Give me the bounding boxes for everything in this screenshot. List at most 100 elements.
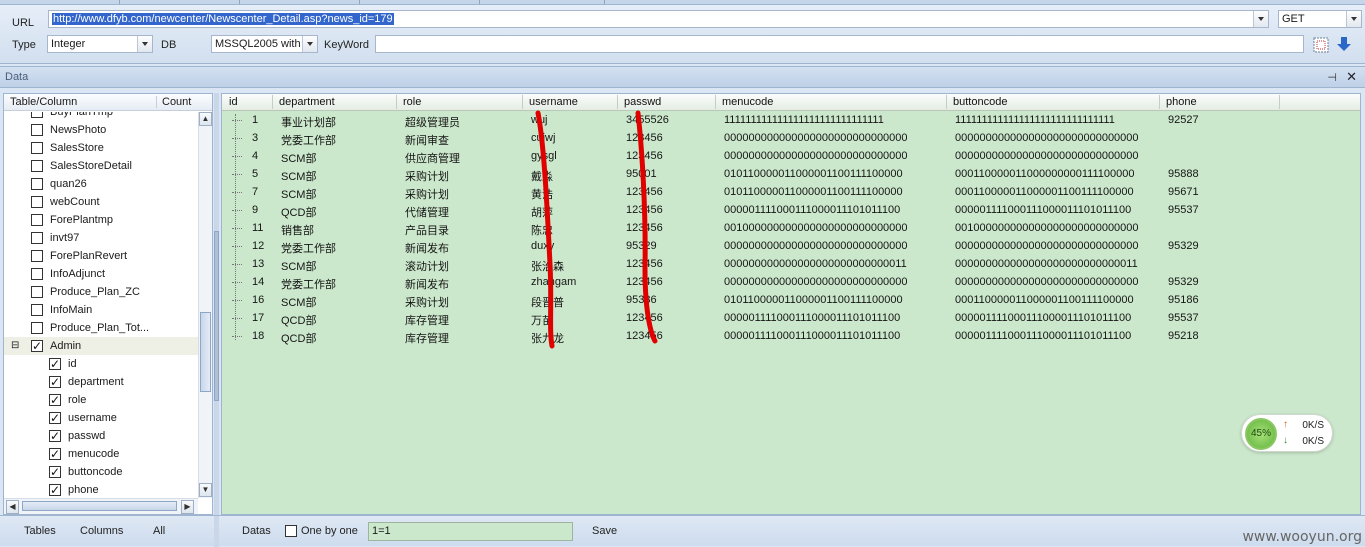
table-cell-menucode[interactable]: 001000000000000000000000000000 [724, 222, 908, 234]
scroll-right-arrow-icon[interactable]: ▶ [181, 500, 194, 514]
table-cell-username[interactable]: 胡萍 [531, 204, 553, 220]
table-cell-phone[interactable]: 95888 [1168, 168, 1199, 180]
table-cell-passwd[interactable]: 123456 [626, 150, 663, 162]
tab-tables[interactable]: Tables [24, 525, 56, 537]
tree-checkbox[interactable] [31, 124, 43, 136]
tree-node-column[interactable]: menucode [4, 445, 199, 463]
column-divider[interactable] [617, 95, 618, 109]
tree-header-table-column[interactable]: Table/Column [10, 96, 77, 108]
table-row[interactable]: 14 党委工作部 新闻发布 zhangam 123456 0000000000000000… [222, 274, 1360, 292]
table-row[interactable]: 1 事业计划部 超级管理员 wuj 3455526 1111111111111111111… [222, 112, 1360, 130]
table-cell-department[interactable]: 党委工作部 [281, 240, 336, 256]
table-cell-passwd[interactable]: 95386 [626, 294, 657, 306]
splitter-grip[interactable] [214, 231, 219, 401]
table-cell-role[interactable]: 超级管理员 [405, 114, 460, 130]
table-row[interactable]: 12 党委工作部 新闻发布 duxy 95329 00000000000000000000… [222, 238, 1360, 256]
table-row[interactable]: 5 SCM部 采购计划 戴淼 95001 010110000011000001100111… [222, 166, 1360, 184]
table-row[interactable]: 7 SCM部 采购计划 黄浩 123456 01011000001100000110011… [222, 184, 1360, 202]
table-cell-menucode[interactable]: 000000000000000000000000000000 [724, 132, 908, 144]
table-cell-id[interactable]: 7 [252, 186, 258, 198]
table-cell-buttoncode[interactable]: 111111111111111111111111111111 [955, 114, 1115, 126]
scroll-down-arrow-icon[interactable]: ▼ [199, 483, 212, 497]
table-cell-username[interactable]: 张九龙 [531, 330, 564, 346]
table-cell-id[interactable]: 5 [252, 168, 258, 180]
tree-horizontal-scrollbar[interactable]: ◀ ▶ [4, 498, 198, 514]
table-cell-department[interactable]: SCM部 [281, 294, 316, 310]
grid-header-cell[interactable]: phone [1166, 96, 1197, 108]
table-cell-phone[interactable]: 92527 [1168, 114, 1199, 126]
table-cell-username[interactable]: 段晋普 [531, 294, 564, 310]
table-cell-role[interactable]: 新闻发布 [405, 240, 449, 256]
type-select[interactable]: Integer [47, 35, 153, 53]
table-cell-id[interactable]: 17 [252, 312, 264, 324]
table-cell-id[interactable]: 11 [252, 222, 263, 234]
tree-checkbox[interactable] [49, 481, 61, 498]
table-cell-role[interactable]: 新闻发布 [405, 276, 449, 292]
table-cell-role[interactable]: 代储管理 [405, 204, 449, 220]
pin-icon[interactable]: ⊣ [1327, 71, 1337, 84]
table-cell-passwd[interactable]: 123456 [626, 132, 663, 144]
table-cell-id[interactable]: 4 [252, 150, 258, 162]
table-cell-department[interactable]: SCM部 [281, 258, 316, 274]
tree-node-table[interactable]: InfoAdjunct [4, 265, 199, 283]
tree-checkbox[interactable] [31, 268, 43, 280]
panel-splitter[interactable] [214, 93, 219, 515]
table-cell-buttoncode[interactable]: 000110000011000000000111100000 [955, 168, 1134, 180]
table-cell-id[interactable]: 14 [252, 276, 264, 288]
table-cell-phone[interactable]: 95537 [1168, 204, 1199, 216]
table-cell-buttoncode[interactable]: 001000000000000000000000000000 [955, 222, 1139, 234]
tree-checkbox[interactable] [49, 427, 61, 445]
tree-checkbox[interactable] [49, 373, 61, 391]
table-cell-phone[interactable]: 95537 [1168, 312, 1199, 324]
table-cell-username[interactable]: wuj [531, 114, 548, 126]
tree-checkbox[interactable] [31, 160, 43, 172]
table-cell-username[interactable]: 张治森 [531, 258, 564, 274]
column-divider[interactable] [1159, 95, 1160, 109]
table-cell-buttoncode[interactable]: 000000000000000000000000000000 [955, 132, 1139, 144]
grid-header-cell[interactable]: passwd [624, 96, 661, 108]
table-cell-menucode[interactable]: 000001111000111000011101011100 [724, 330, 900, 342]
grid-header-cell[interactable]: username [529, 96, 578, 108]
table-cell-role[interactable]: 采购计划 [405, 168, 449, 184]
table-cell-department[interactable]: SCM部 [281, 186, 316, 202]
table-cell-menucode[interactable]: 000000000000000000000000000011 [724, 258, 907, 270]
url-dropdown-button[interactable] [1253, 11, 1268, 27]
table-cell-role[interactable]: 产品目录 [405, 222, 449, 238]
table-cell-passwd[interactable]: 123456 [626, 330, 663, 342]
table-cell-phone[interactable]: 95671 [1168, 186, 1199, 198]
table-cell-menucode[interactable]: 000000000000000000000000000000 [724, 240, 908, 252]
tree-node-table-expanded[interactable]: ⊟ Admin [4, 337, 199, 355]
tree-checkbox[interactable] [31, 112, 43, 118]
tree-checkbox[interactable] [31, 178, 43, 190]
tree-checkbox[interactable] [31, 232, 43, 244]
table-row[interactable]: 18 QCD部 库存管理 张九龙 123456 000001111000111000011… [222, 328, 1360, 346]
tree-header-count[interactable]: Count [156, 96, 191, 108]
table-cell-passwd[interactable]: 123456 [626, 276, 663, 288]
column-divider[interactable] [1279, 95, 1280, 109]
table-cell-passwd[interactable]: 123456 [626, 258, 663, 270]
close-icon[interactable]: ✕ [1346, 69, 1357, 85]
tree-node-column[interactable]: username [4, 409, 199, 427]
grid-header-cell[interactable]: menucode [722, 96, 773, 108]
table-cell-menucode[interactable]: 010110000011000001100111100000 [724, 186, 903, 198]
grid-header-cell[interactable]: id [229, 96, 238, 108]
table-cell-id[interactable]: 9 [252, 204, 258, 216]
column-divider[interactable] [272, 95, 273, 109]
table-cell-buttoncode[interactable]: 000110000011000001100111100000 [955, 294, 1134, 306]
collapse-toggle-icon[interactable]: ⊟ [11, 337, 19, 355]
scroll-thumb[interactable] [22, 501, 177, 511]
method-dropdown-button[interactable] [1346, 11, 1361, 27]
table-cell-phone[interactable]: 95186 [1168, 294, 1199, 306]
tree-node-column[interactable]: buttoncode [4, 463, 199, 481]
table-cell-id[interactable]: 13 [252, 258, 264, 270]
table-cell-username[interactable]: gysgl [531, 150, 557, 162]
tree-vertical-scrollbar[interactable]: ▲ ▼ [198, 112, 212, 498]
table-cell-passwd[interactable]: 95001 [626, 168, 657, 180]
table-cell-buttoncode[interactable]: 000000000000000000000000000000 [955, 150, 1139, 162]
grid-header-cell[interactable]: department [279, 96, 335, 108]
tree-checkbox[interactable] [31, 196, 43, 208]
table-cell-role[interactable]: 库存管理 [405, 330, 449, 346]
table-cell-department[interactable]: 事业计划部 [281, 114, 336, 130]
url-input[interactable]: http://www.dfyb.com/newcenter/Newscenter… [48, 10, 1269, 28]
column-divider[interactable] [522, 95, 523, 109]
